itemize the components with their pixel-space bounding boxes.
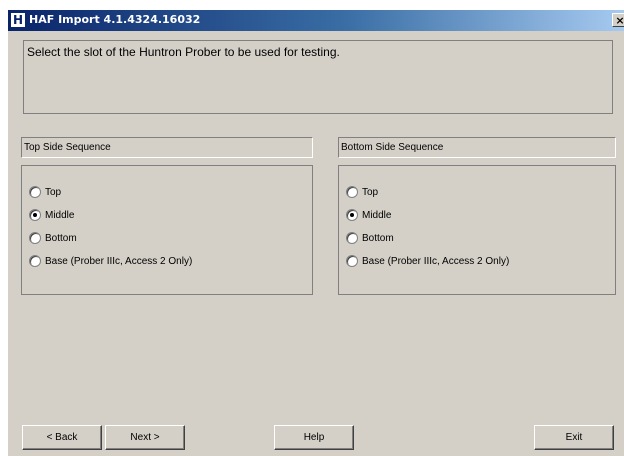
title-bar[interactable]: H HAF Import 4.1.4324.16032 × bbox=[8, 10, 624, 31]
dialog-window: H HAF Import 4.1.4324.16032 × Select the… bbox=[7, 10, 624, 456]
radio-button[interactable] bbox=[346, 255, 358, 267]
close-button[interactable]: × bbox=[612, 13, 624, 27]
radio-button[interactable] bbox=[29, 186, 41, 198]
radio-button[interactable] bbox=[346, 186, 358, 198]
bottom-side-sequence-label: Bottom Side Sequence bbox=[338, 137, 616, 158]
radio-button[interactable] bbox=[29, 255, 41, 267]
exit-button[interactable]: Exit bbox=[534, 425, 614, 450]
radio-label: Bottom bbox=[45, 233, 77, 244]
radio-label: Base (Prober IIIc, Access 2 Only) bbox=[45, 256, 193, 267]
radio-button[interactable] bbox=[346, 232, 358, 244]
instruction-panel: Select the slot of the Huntron Prober to… bbox=[23, 40, 613, 114]
bottom-side-radio-group: Top Middle Bottom Base (Prober IIIc, Acc… bbox=[338, 165, 616, 295]
next-button[interactable]: Next > bbox=[105, 425, 185, 450]
top-side-sequence-label: Top Side Sequence bbox=[21, 137, 313, 158]
radio-button-selected[interactable] bbox=[346, 209, 358, 221]
help-button[interactable]: Help bbox=[274, 425, 354, 450]
app-icon: H bbox=[11, 13, 25, 27]
radio-button-selected[interactable] bbox=[29, 209, 41, 221]
radio-label: Bottom bbox=[362, 233, 394, 244]
back-button[interactable]: < Back bbox=[22, 425, 102, 450]
radio-label: Middle bbox=[45, 210, 75, 221]
radio-label: Base (Prober IIIc, Access 2 Only) bbox=[362, 256, 510, 267]
radio-label: Middle bbox=[362, 210, 392, 221]
top-side-radio-group: Top Middle Bottom Base (Prober IIIc, Acc… bbox=[21, 165, 313, 295]
radio-label: Top bbox=[362, 187, 379, 198]
radio-button[interactable] bbox=[29, 232, 41, 244]
window-title: HAF Import 4.1.4324.16032 bbox=[29, 13, 201, 26]
instruction-text: Select the slot of the Huntron Prober to… bbox=[27, 45, 340, 59]
radio-label: Top bbox=[45, 187, 62, 198]
